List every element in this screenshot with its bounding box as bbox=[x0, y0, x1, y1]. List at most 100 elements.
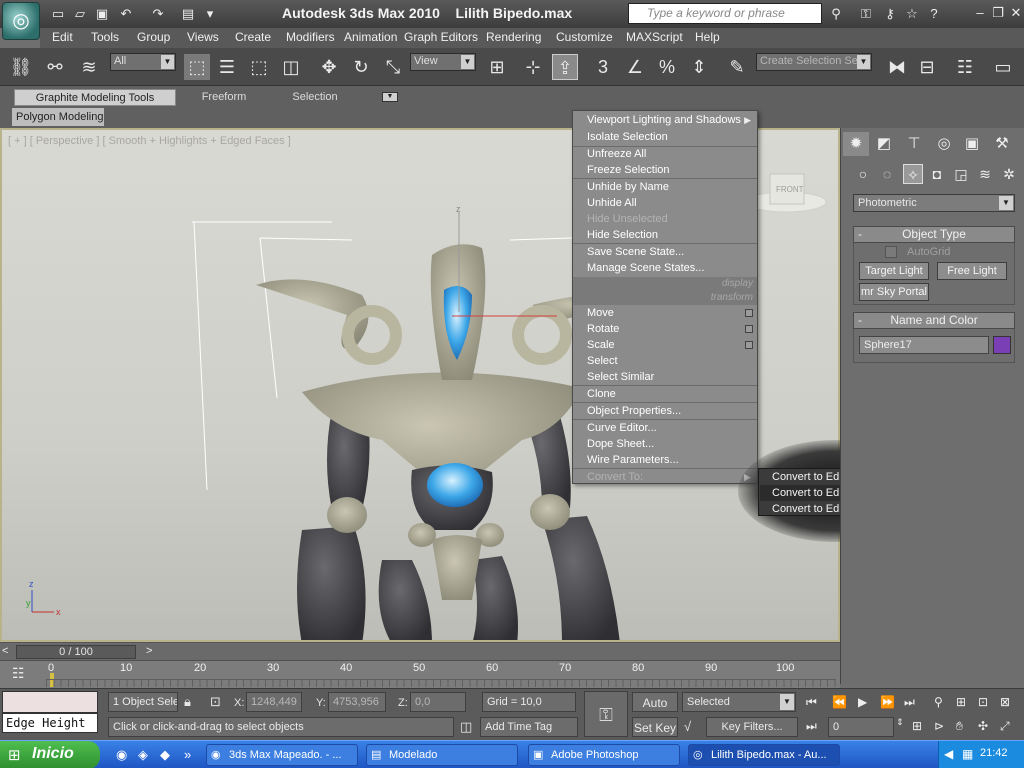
infocenter-search-input[interactable]: Type a keyword or phrase bbox=[628, 3, 822, 24]
mini-curve-editor-icon[interactable]: ☷ bbox=[12, 665, 25, 682]
redo-icon[interactable]: ↷ bbox=[148, 4, 168, 24]
menu-item-unfreeze-all[interactable]: Unfreeze All bbox=[587, 146, 646, 162]
set-key-button[interactable]: Set Key bbox=[632, 717, 678, 737]
ribbon-minimize-icon[interactable]: ▼ bbox=[382, 92, 398, 102]
field-of-view-icon[interactable]: ⊳ bbox=[934, 719, 944, 733]
select-by-name-icon[interactable]: ☰ bbox=[214, 54, 240, 80]
menu-item-dope-sheet[interactable]: Dope Sheet... bbox=[587, 436, 654, 452]
menu-item-move[interactable]: Move bbox=[587, 305, 614, 321]
binoculars-search-icon[interactable]: ⚲ bbox=[826, 4, 846, 24]
rollout-name-and-color[interactable]: - Name and Color bbox=[853, 312, 1015, 329]
scale-settings-icon[interactable] bbox=[745, 341, 753, 349]
utilities-tab-icon[interactable]: ⚒ bbox=[989, 132, 1015, 156]
menu-item-isolate-selection[interactable]: Isolate Selection bbox=[587, 129, 668, 145]
maxscript-listener-mini[interactable] bbox=[2, 691, 98, 713]
keyboard-shortcut-override-icon[interactable]: ⇪ bbox=[552, 54, 578, 80]
menu-create[interactable]: Create bbox=[235, 30, 271, 44]
go-to-start-icon[interactable]: ⏮ bbox=[806, 695, 817, 710]
menu-customize[interactable]: Customize bbox=[556, 30, 613, 44]
pan-view-icon[interactable]: ✋︎ bbox=[956, 719, 963, 734]
edge-height-input[interactable]: Edge Height bbox=[2, 713, 98, 733]
select-and-move-icon[interactable]: ✥ bbox=[316, 54, 342, 80]
menu-item-unhide-by-name[interactable]: Unhide by Name bbox=[587, 179, 669, 195]
rotate-settings-icon[interactable] bbox=[745, 325, 753, 333]
helpers-icon[interactable]: ◲ bbox=[951, 164, 971, 184]
menu-item-wire-parameters[interactable]: Wire Parameters... bbox=[587, 452, 679, 468]
create-tab-icon[interactable]: ✹ bbox=[843, 132, 869, 156]
menu-item-hide-selection[interactable]: Hide Selection bbox=[587, 227, 658, 243]
time-slider-frame-readout[interactable]: 0 / 100 bbox=[16, 645, 136, 659]
key-mode-toggle-icon[interactable]: ⏭ bbox=[806, 719, 817, 734]
time-slider-next-icon[interactable]: > bbox=[146, 645, 152, 657]
restore-icon[interactable]: ❐ bbox=[990, 4, 1006, 22]
display-tab-icon[interactable]: ▣ bbox=[959, 132, 985, 156]
shapes-icon[interactable]: ◌ bbox=[877, 164, 897, 184]
autogrid-checkbox[interactable] bbox=[885, 246, 897, 258]
set-key-big-icon[interactable]: ⚿ bbox=[584, 691, 628, 737]
previous-frame-icon[interactable]: ⏪ bbox=[832, 695, 847, 709]
motion-tab-icon[interactable]: ◎ bbox=[931, 132, 957, 156]
current-frame-spinner[interactable]: 0 bbox=[828, 717, 894, 737]
menu-item-select[interactable]: Select bbox=[587, 353, 618, 369]
help-icon[interactable]: ? bbox=[924, 4, 944, 24]
menu-animation[interactable]: Animation bbox=[344, 30, 397, 44]
time-slider-prev-icon[interactable]: < bbox=[2, 645, 8, 657]
close-icon[interactable]: ✕ bbox=[1008, 4, 1024, 22]
rectangular-selection-icon[interactable]: ⬚ bbox=[246, 54, 272, 80]
menu-rendering[interactable]: Rendering bbox=[486, 30, 541, 44]
go-to-end-icon[interactable]: ⏭ bbox=[904, 695, 915, 710]
move-settings-icon[interactable] bbox=[745, 309, 753, 317]
new-file-icon[interactable]: ▭ bbox=[48, 4, 68, 24]
application-menu-button[interactable]: ◎ bbox=[2, 2, 40, 40]
zoom-extents-all-icon[interactable]: ⊠ bbox=[1000, 695, 1010, 709]
menu-views[interactable]: Views bbox=[187, 30, 219, 44]
target-light-button[interactable]: Target Light bbox=[859, 262, 929, 280]
subscription-center-icon[interactable]: ⚿ bbox=[856, 4, 876, 24]
spinner-arrows-icon[interactable]: ⇕ bbox=[896, 717, 904, 728]
quick-access-dropdown-icon[interactable]: ▾ bbox=[200, 4, 220, 24]
selection-lock-icon[interactable]: 🔒︎ bbox=[184, 694, 191, 710]
quicklaunch-expand-icon[interactable]: » bbox=[184, 747, 191, 762]
zoom-icon[interactable]: ⚲ bbox=[934, 695, 943, 709]
select-object-icon[interactable]: ⬚ bbox=[184, 54, 210, 80]
menu-help[interactable]: Help bbox=[695, 30, 720, 44]
angle-snap-icon[interactable]: ∠ bbox=[622, 54, 648, 80]
snaps-toggle-icon[interactable]: 3 bbox=[590, 54, 616, 80]
minimize-icon[interactable]: – bbox=[972, 4, 988, 22]
save-file-icon[interactable]: ▣ bbox=[92, 4, 112, 24]
spinner-snap-icon[interactable]: ⇕ bbox=[686, 54, 712, 80]
network-icon[interactable]: ▦ bbox=[962, 747, 973, 761]
menu-item-unhide-all[interactable]: Unhide All bbox=[587, 195, 637, 211]
edit-named-selection-icon[interactable]: ✎ bbox=[724, 54, 750, 80]
free-light-button[interactable]: Free Light bbox=[937, 262, 1007, 280]
mirror-icon[interactable]: ⧓ bbox=[884, 54, 910, 80]
cameras-icon[interactable]: ◘ bbox=[927, 164, 947, 184]
auto-key-button[interactable]: Auto Key bbox=[632, 692, 678, 730]
named-selection-sets-dropdown[interactable]: Create Selection Se ▼ bbox=[756, 53, 872, 71]
app-quicklaunch-icon[interactable]: ◈ bbox=[138, 747, 148, 763]
task-button-modelado[interactable]: ▤ Modelado bbox=[366, 744, 518, 766]
z-coordinate-field[interactable]: 0,0 bbox=[410, 692, 466, 712]
time-tag-icon[interactable]: ◫ bbox=[460, 719, 472, 735]
task-button-browser[interactable]: ◉ 3ds Max Mapeado. - ... bbox=[206, 744, 358, 766]
time-slider[interactable]: < 0 / 100 > bbox=[0, 642, 840, 660]
hierarchy-tab-icon[interactable]: ⊤ bbox=[901, 132, 927, 156]
object-category-dropdown[interactable]: Photometric ▼ bbox=[853, 194, 1015, 212]
default-in-out-tangents-icon[interactable]: √ bbox=[684, 719, 691, 734]
open-file-icon[interactable]: ▱ bbox=[70, 4, 90, 24]
align-icon[interactable]: ⊟ bbox=[914, 54, 940, 80]
percent-snap-icon[interactable]: % bbox=[654, 54, 680, 80]
layer-manager-icon[interactable]: ☷ bbox=[952, 54, 978, 80]
menu-item-curve-editor[interactable]: Curve Editor... bbox=[587, 420, 657, 436]
menu-item-viewport-lighting[interactable]: Viewport Lighting and Shadows bbox=[587, 112, 741, 128]
menu-item-freeze-selection[interactable]: Freeze Selection bbox=[587, 162, 670, 178]
pivot-center-icon[interactable]: ⊞ bbox=[484, 54, 510, 80]
geometry-icon[interactable]: ○ bbox=[853, 164, 873, 184]
x-coordinate-field[interactable]: 1248,449 bbox=[246, 692, 302, 712]
select-and-manipulate-icon[interactable]: ⊹ bbox=[520, 54, 546, 80]
browser-quicklaunch-icon[interactable]: ◉ bbox=[116, 747, 127, 763]
menu-modifiers[interactable]: Modifiers bbox=[286, 30, 335, 44]
tab-freeform[interactable]: Freeform bbox=[186, 89, 262, 106]
add-time-tag-field[interactable]: Add Time Tag bbox=[480, 717, 578, 737]
rollout-object-type[interactable]: - Object Type bbox=[853, 226, 1015, 243]
